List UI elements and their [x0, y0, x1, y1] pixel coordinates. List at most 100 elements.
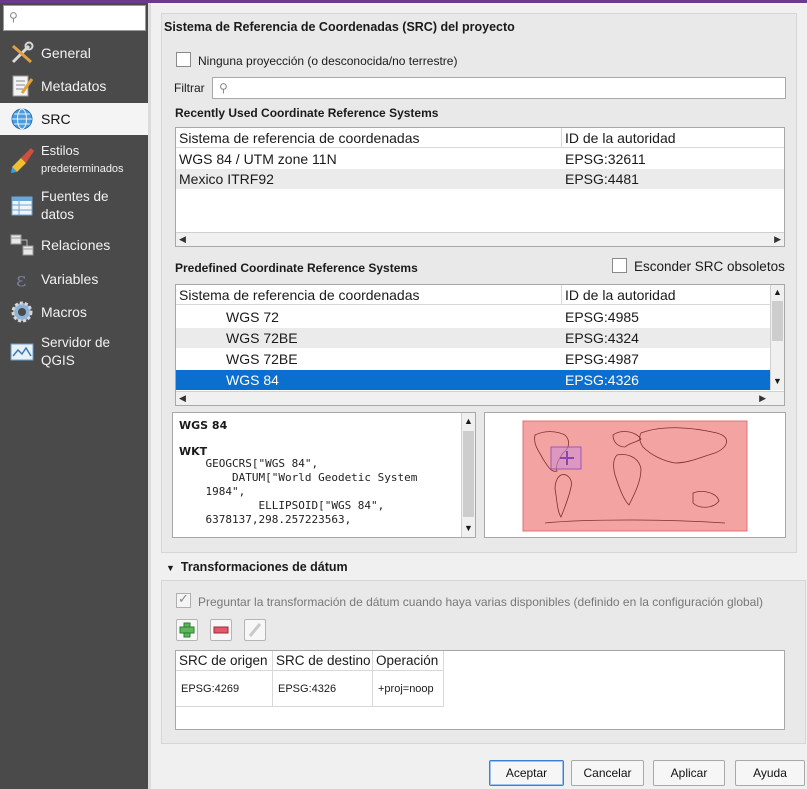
remove-transformation-button[interactable]	[210, 619, 232, 641]
column-header-operation[interactable]: Operación	[373, 651, 444, 670]
sidebar-item-relations[interactable]: Relaciones	[0, 229, 148, 261]
scroll-right-arrow-icon[interactable]: ▶	[759, 393, 766, 404]
column-header-source[interactable]: SRC de origen	[176, 651, 273, 670]
column-header-crs[interactable]: Sistema de referencia de coordenadas	[176, 128, 562, 147]
sidebar-item-label: Variables	[41, 271, 99, 287]
ask-datum-checkbox[interactable]: ✓	[176, 591, 191, 608]
column-header-authority[interactable]: ID de la autoridad	[562, 285, 770, 304]
operation-cell: +proj=noop	[373, 671, 444, 707]
scroll-up-arrow-icon[interactable]: ▲	[464, 416, 473, 426]
globe-icon	[11, 108, 33, 130]
no-projection-label: Ninguna proyección (o desconocida/no ter…	[198, 54, 458, 68]
sidebar-item-metadata[interactable]: Metadatos	[0, 70, 148, 102]
table-header: SRC de origen SRC de destino Operación	[176, 651, 444, 671]
vertical-scrollbar[interactable]: ▲ ▼	[770, 285, 784, 390]
wkt-preview[interactable]: WGS 84 WKT GEOGCRS["WGS 84", DATUM["Worl…	[172, 412, 476, 538]
table-header: Sistema de referencia de coordenadas ID …	[176, 128, 784, 148]
scroll-down-arrow-icon[interactable]: ▼	[464, 523, 473, 533]
table-row[interactable]: WGS 72 EPSG:4985	[176, 307, 770, 327]
sidebar-item-variables[interactable]: ε Variables	[0, 263, 148, 295]
collapse-triangle-icon[interactable]: ▼	[166, 563, 175, 573]
minus-icon	[213, 626, 229, 634]
paint-brush-icon	[11, 148, 34, 173]
crs-name-cell: WGS 72	[226, 309, 279, 325]
sidebar-item-data-sources[interactable]: Fuentes de datos	[0, 185, 148, 227]
authority-id-cell: EPSG:4481	[565, 171, 639, 187]
authority-id-cell: EPSG:32611	[565, 151, 646, 167]
table-row[interactable]: WGS 84 / UTM zone 11N EPSG:32611	[176, 149, 784, 169]
scroll-down-arrow-icon[interactable]: ▼	[773, 376, 782, 386]
wkt-crs-name: WGS 84	[179, 419, 228, 432]
table-row[interactable]: Mexico ITRF92 EPSG:4481	[176, 169, 784, 189]
scroll-left-arrow-icon[interactable]: ◀	[179, 234, 186, 245]
filter-input[interactable]: ⚲	[212, 77, 786, 99]
sidebar-search-input[interactable]: ⚲	[3, 5, 146, 31]
crs-section-title: Sistema de Referencia de Coordenadas (SR…	[164, 20, 515, 34]
hide-deprecated-checkbox[interactable]	[612, 258, 627, 273]
sidebar-item-label: SRC	[41, 111, 71, 127]
sidebar-item-general[interactable]: General	[0, 37, 148, 69]
recent-crs-table: Sistema de referencia de coordenadas ID …	[175, 127, 785, 247]
column-header-crs[interactable]: Sistema de referencia de coordenadas	[176, 285, 562, 304]
table-grid-icon	[11, 196, 33, 216]
sidebar-item-src[interactable]: SRC	[0, 103, 148, 135]
crs-name-cell: WGS 72BE	[226, 330, 298, 346]
vertical-scrollbar[interactable]: ▲ ▼	[461, 413, 475, 537]
authority-id-cell: EPSG:4985	[565, 309, 639, 325]
crs-name-cell: WGS 84 / UTM zone 11N	[179, 151, 337, 167]
sidebar-item-label: General	[41, 45, 91, 61]
filter-label: Filtrar	[174, 81, 205, 95]
table-row[interactable]: WGS 72BE EPSG:4324	[176, 328, 770, 348]
sidebar-item-label: Estilos predeterminados	[41, 143, 124, 175]
wkt-text: GEOGCRS["WGS 84", DATUM["World Geodetic …	[205, 457, 418, 526]
svg-text:ε: ε	[16, 267, 26, 291]
server-map-icon	[10, 343, 34, 361]
table-header: Sistema de referencia de coordenadas ID …	[176, 285, 770, 305]
source-crs-cell: EPSG:4269	[176, 671, 273, 707]
table-row[interactable]: EPSG:4269 EPSG:4326 +proj=noop	[176, 671, 444, 707]
apply-button[interactable]: Aplicar	[653, 760, 725, 786]
column-header-destination[interactable]: SRC de destino	[273, 651, 373, 670]
scroll-up-arrow-icon[interactable]: ▲	[773, 287, 782, 297]
gear-icon	[11, 301, 33, 323]
sidebar-item-qgis-server[interactable]: Servidor de QGIS	[0, 330, 148, 374]
datum-section-title: Transformaciones de dátum	[180, 560, 348, 574]
sidebar-item-default-styles[interactable]: Estilos predeterminados	[0, 137, 148, 183]
crs-name-cell: WGS 72BE	[226, 351, 298, 367]
table-row-selected[interactable]: WGS 84 EPSG:4326	[176, 370, 770, 390]
table-row[interactable]: WGS 72BE EPSG:4987	[176, 349, 770, 369]
sidebar-item-label: Relaciones	[41, 237, 111, 253]
scroll-right-arrow-icon[interactable]: ▶	[774, 234, 781, 245]
authority-id-cell: EPSG:4324	[565, 330, 639, 346]
column-header-authority[interactable]: ID de la autoridad	[562, 128, 784, 147]
accept-button[interactable]: Aceptar	[489, 760, 564, 786]
datum-transformations-table: SRC de origen SRC de destino Operación E…	[175, 650, 785, 730]
document-edit-icon	[12, 75, 34, 97]
edit-transformation-button[interactable]	[244, 619, 266, 641]
search-icon: ⚲	[9, 10, 18, 24]
search-icon: ⚲	[219, 81, 228, 95]
sidebar: ⚲ General Metadatos SRC Estilos predeter…	[0, 3, 148, 789]
datum-section-header[interactable]: ▼ Transformaciones de dátum	[166, 560, 348, 574]
sidebar-item-label: Servidor de QGIS	[41, 335, 111, 368]
cancel-button[interactable]: Cancelar	[571, 760, 644, 786]
scrollbar-thumb[interactable]	[772, 301, 783, 341]
sidebar-item-label: Metadatos	[41, 78, 107, 94]
crs-name-cell: WGS 84	[226, 372, 279, 388]
help-button[interactable]: Ayuda	[735, 760, 805, 786]
authority-id-cell: EPSG:4326	[565, 372, 639, 388]
world-map-icon	[522, 420, 748, 532]
scrollbar-thumb[interactable]	[463, 431, 474, 517]
destination-crs-cell: EPSG:4326	[273, 671, 373, 707]
variable-epsilon-icon: ε	[16, 267, 26, 291]
horizontal-scrollbar[interactable]: ◀ ▶	[176, 391, 784, 405]
plus-icon	[179, 622, 195, 638]
recent-crs-title: Recently Used Coordinate Reference Syste…	[175, 106, 439, 120]
add-transformation-button[interactable]	[176, 619, 198, 641]
scroll-left-arrow-icon[interactable]: ◀	[179, 393, 186, 404]
sidebar-item-label: Fuentes de datos	[41, 189, 109, 222]
horizontal-scrollbar[interactable]: ◀ ▶	[176, 232, 784, 246]
sidebar-item-macros[interactable]: Macros	[0, 296, 148, 328]
crs-name-cell: Mexico ITRF92	[179, 171, 274, 187]
no-projection-checkbox[interactable]	[176, 52, 191, 67]
